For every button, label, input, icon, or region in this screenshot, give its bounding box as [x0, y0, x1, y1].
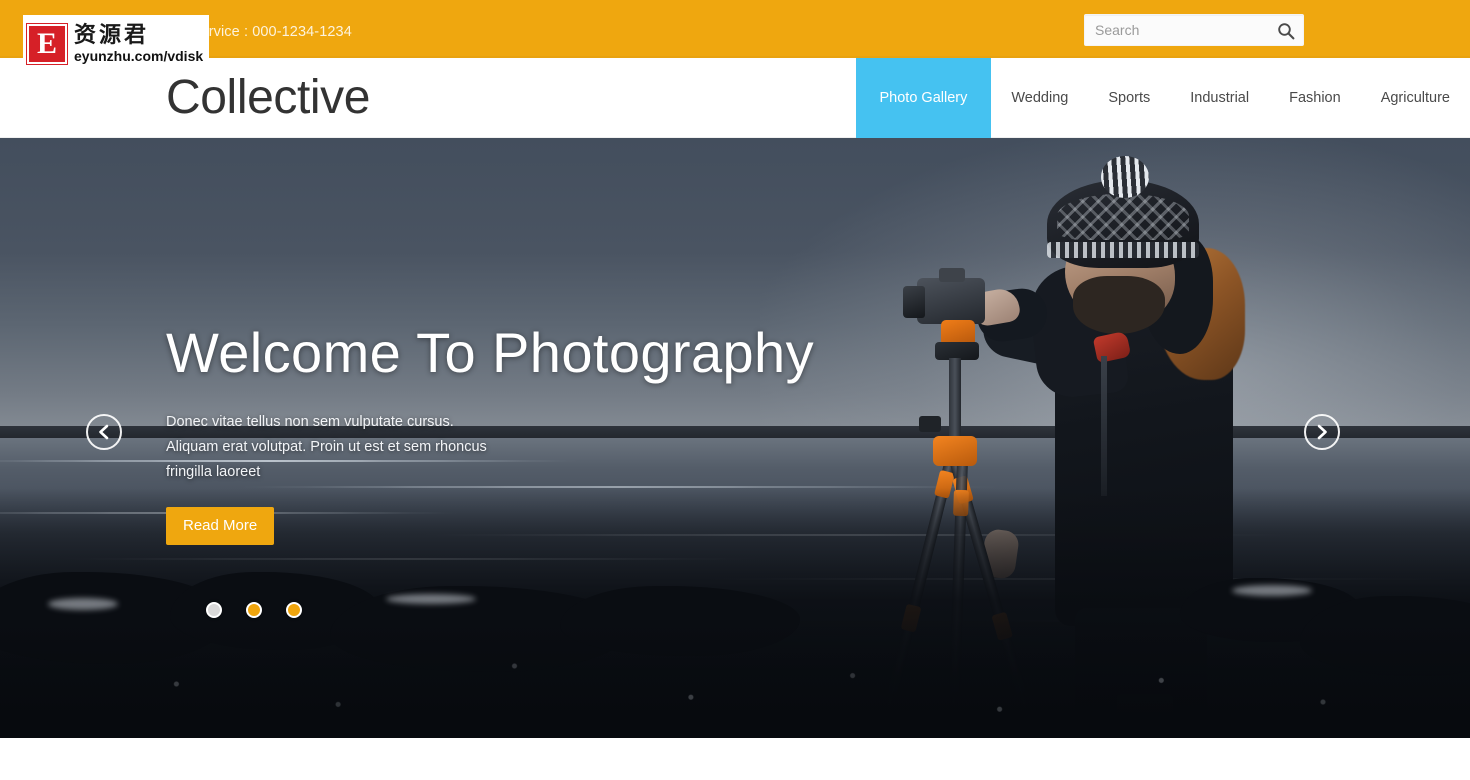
- watermark-logo-letter: E: [36, 27, 57, 60]
- brand-logo-text[interactable]: Collective: [166, 69, 370, 127]
- search-button[interactable]: [1273, 18, 1299, 44]
- watermark-url: eyunzhu.com/vdisk: [74, 48, 204, 64]
- page-root: Information Service : 000-1234-1234 Coll…: [0, 0, 1470, 780]
- nav-item-sports[interactable]: Sports: [1088, 58, 1170, 138]
- camera-top-plate: [939, 268, 965, 282]
- camera-body: [917, 278, 985, 324]
- nav-item-industrial[interactable]: Industrial: [1170, 58, 1269, 138]
- watermark-overlay: E 资源君 eyunzhu.com/vdisk: [23, 15, 209, 73]
- watermark-logo-icon: E: [27, 24, 67, 64]
- search-input[interactable]: [1085, 15, 1267, 45]
- hero-title: Welcome To Photography: [166, 321, 814, 384]
- nav-item-fashion[interactable]: Fashion: [1269, 58, 1361, 138]
- watermark-text: 资源君 eyunzhu.com/vdisk: [74, 23, 204, 65]
- slider-next-button[interactable]: [1304, 414, 1340, 450]
- gravel-foreground: [0, 618, 1470, 738]
- chevron-right-icon: [1317, 424, 1327, 440]
- slider-dot-1[interactable]: [206, 602, 222, 618]
- slider-pagination: [206, 602, 302, 618]
- watermark-name: 资源君: [74, 23, 150, 48]
- main-navigation: Photo Gallery Wedding Sports Industrial …: [855, 58, 1470, 138]
- slider-dot-2[interactable]: [246, 602, 262, 618]
- hero-description: Donec vitae tellus non sem vulputate cur…: [166, 414, 487, 480]
- hero-text-block: Welcome To Photography Donec vitae tellu…: [166, 322, 866, 545]
- nav-item-wedding[interactable]: Wedding: [991, 58, 1088, 138]
- slider-dot-3[interactable]: [286, 602, 302, 618]
- camera-lens: [903, 286, 925, 318]
- chevron-left-icon: [99, 424, 109, 440]
- nav-item-agriculture[interactable]: Agriculture: [1361, 58, 1470, 138]
- read-more-button[interactable]: Read More: [166, 507, 275, 545]
- top-info-bar: Information Service : 000-1234-1234: [0, 0, 1470, 58]
- slider-prev-button[interactable]: [86, 414, 122, 450]
- hero-slider: Welcome To Photography Donec vitae tellu…: [0, 138, 1470, 738]
- search-box[interactable]: [1084, 14, 1304, 46]
- search-icon: [1278, 23, 1295, 40]
- nav-item-photo-gallery[interactable]: Photo Gallery: [855, 58, 992, 138]
- site-header: Collective Photo Gallery Wedding Sports …: [0, 58, 1470, 138]
